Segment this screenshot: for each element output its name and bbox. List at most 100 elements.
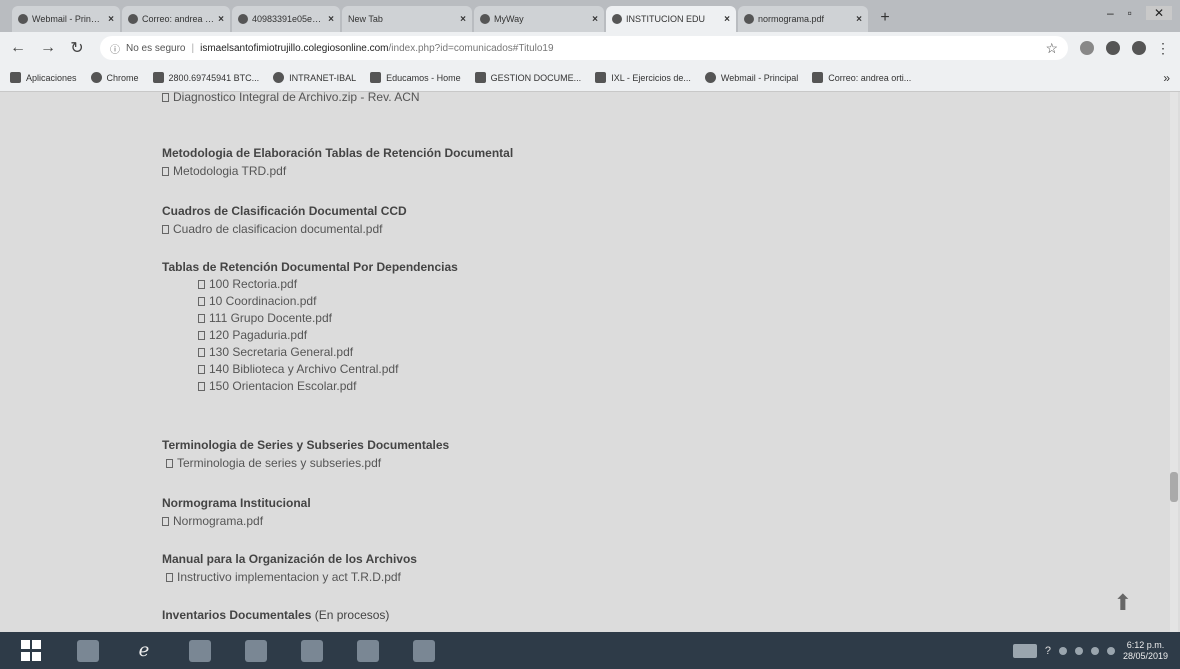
menu-icon[interactable]: ⋮ [1156,40,1170,57]
close-icon[interactable]: × [592,14,598,25]
word-icon [245,639,267,662]
tab-correo[interactable]: Correo: andrea ort × [122,6,230,32]
close-window-icon[interactable]: ✕ [1145,6,1172,20]
scrollbar[interactable] [1170,92,1178,632]
educamos-icon [370,72,382,83]
close-icon[interactable]: × [856,14,862,25]
file-link[interactable]: 120 Pagaduria.pdf [198,328,458,342]
avatar[interactable] [1132,41,1146,55]
star-icon[interactable]: ☆ [1045,40,1058,57]
section-trd: Tablas de Retención Documental Por Depen… [162,260,458,393]
section-heading-note: (En procesos) [314,608,390,622]
file-link[interactable]: 111 Grupo Docente.pdf [198,311,458,325]
taskbar-app[interactable]: ℯ [122,635,166,667]
windows-icon [21,639,43,662]
help-icon[interactable]: ? [1045,645,1051,657]
close-icon[interactable]: × [724,14,730,25]
forward-icon[interactable]: → [40,39,56,57]
tab-institucion[interactable]: INSTITUCION EDU × [606,6,736,32]
more-bookmarks-icon[interactable]: » [1163,71,1170,85]
section-heading: Normograma Institucional [162,496,311,510]
tab-title: 40983391e05edef [252,14,325,24]
file-link[interactable]: Diagnostico Integral de Archivo.zip - Re… [162,92,420,104]
start-button[interactable] [10,635,54,667]
file-name: 10 Coordinacion.pdf [209,294,317,308]
file-icon [198,364,205,374]
file-icon [162,224,169,234]
section-ccd: Cuadros de Clasificación Documental CCD … [162,204,407,236]
maximize-icon[interactable]: ▫ [1128,6,1132,20]
file-link[interactable]: 10 Coordinacion.pdf [198,294,458,308]
bookmarks-bar: Aplicaciones Chrome 2800.69745941 BTC...… [0,64,1180,92]
bookmark-webmail[interactable]: Webmail - Principal [704,72,798,83]
back-icon[interactable]: ← [10,39,26,57]
close-icon[interactable]: × [328,14,334,25]
tray-icon[interactable] [1058,646,1067,655]
bookmark-apps[interactable]: Aplicaciones [10,72,77,83]
arrow-up-icon[interactable]: ⬆ [1114,590,1132,616]
app-icon [413,639,435,662]
bookmark-btc[interactable]: 2800.69745941 BTC... [152,72,259,83]
search-icon [480,14,490,24]
file-name: 111 Grupo Docente.pdf [209,311,332,325]
taskbar-app[interactable] [178,635,222,667]
bookmark-label: INTRANET-IBAL [289,72,357,83]
close-icon[interactable]: × [218,14,224,25]
bitcoin-icon [152,72,164,83]
close-icon[interactable]: × [460,14,466,25]
taskbar-app[interactable] [402,635,446,667]
file-link[interactable]: Metodologia TRD.pdf [162,164,513,178]
bookmark-intranet[interactable]: INTRANET-IBAL [273,72,356,83]
file-link[interactable]: Instructivo implementacion y act T.R.D.p… [166,570,417,584]
security-label: No es seguro [126,42,186,54]
system-tray: ? 6:12 p.m. 28/05/2019 [1012,640,1180,662]
taskbar-app[interactable] [66,635,110,667]
file-link[interactable]: Normograma.pdf [162,514,311,528]
extension-icon[interactable] [1106,41,1120,55]
minimize-icon[interactable]: – [1107,6,1114,20]
keyboard-icon[interactable] [1012,643,1037,658]
tab-normograma[interactable]: normograma.pdf × [738,6,868,32]
file-icon [162,516,169,526]
file-link[interactable]: 150 Orientacion Escolar.pdf [198,379,458,393]
app-icon [301,639,323,662]
info-icon[interactable]: ⓘ [110,41,120,56]
file-icon [198,347,205,357]
taskbar-app[interactable] [346,635,390,667]
close-icon[interactable]: × [108,14,114,25]
bookmark-educamos[interactable]: Educamos - Home [370,72,461,83]
bookmark-gestion[interactable]: GESTION DOCUME... [474,72,581,83]
network-icon[interactable] [1090,646,1099,655]
section-heading: Terminologia de Series y Subseries Docum… [162,438,450,452]
taskbar-app[interactable] [234,635,278,667]
scrollbar-thumb[interactable] [1170,472,1178,502]
file-link[interactable]: 140 Biblioteca y Archivo Central.pdf [198,362,458,376]
tab-myway[interactable]: MyWay × [474,6,604,32]
clock[interactable]: 6:12 p.m. 28/05/2019 [1123,640,1168,662]
bookmark-correo[interactable]: Correo: andrea orti... [812,72,911,83]
clock-date: 28/05/2019 [1122,650,1168,661]
tab-file[interactable]: 40983391e05edef × [232,6,340,32]
bookmark-chrome[interactable]: Chrome [90,72,139,83]
file-name: Normograma.pdf [173,514,264,528]
file-link[interactable]: 100 Rectoria.pdf [198,277,458,291]
tray-icon[interactable] [1074,646,1083,655]
reload-icon[interactable]: ↻ [70,38,84,58]
extension-icon[interactable] [1080,41,1094,55]
new-tab-button[interactable]: + [874,8,896,30]
section-normograma: Normograma Institucional Normograma.pdf [162,496,311,528]
bookmark-label: Aplicaciones [26,72,77,83]
file-link[interactable]: Cuadro de clasificacion documental.pdf [162,222,407,236]
file-icon [162,166,169,176]
address-bar[interactable]: ⓘ No es seguro | ismaelsantofimiotrujill… [100,36,1068,60]
file-link[interactable]: 130 Secretaria General.pdf [198,345,458,359]
tab-webmail[interactable]: Webmail - Principal × [12,6,120,32]
tab-new-tab[interactable]: New Tab × [342,6,472,32]
file-link[interactable]: Terminologia de series y subseries.pdf [166,456,449,470]
app-icon [357,639,379,662]
bookmark-ixl[interactable]: IXL - Ejercicios de... [595,72,691,83]
ixl-icon [595,72,607,83]
volume-icon[interactable] [1106,646,1115,655]
taskbar-app[interactable] [290,635,334,667]
section-heading: Manual para la Organización de los Archi… [162,552,417,566]
